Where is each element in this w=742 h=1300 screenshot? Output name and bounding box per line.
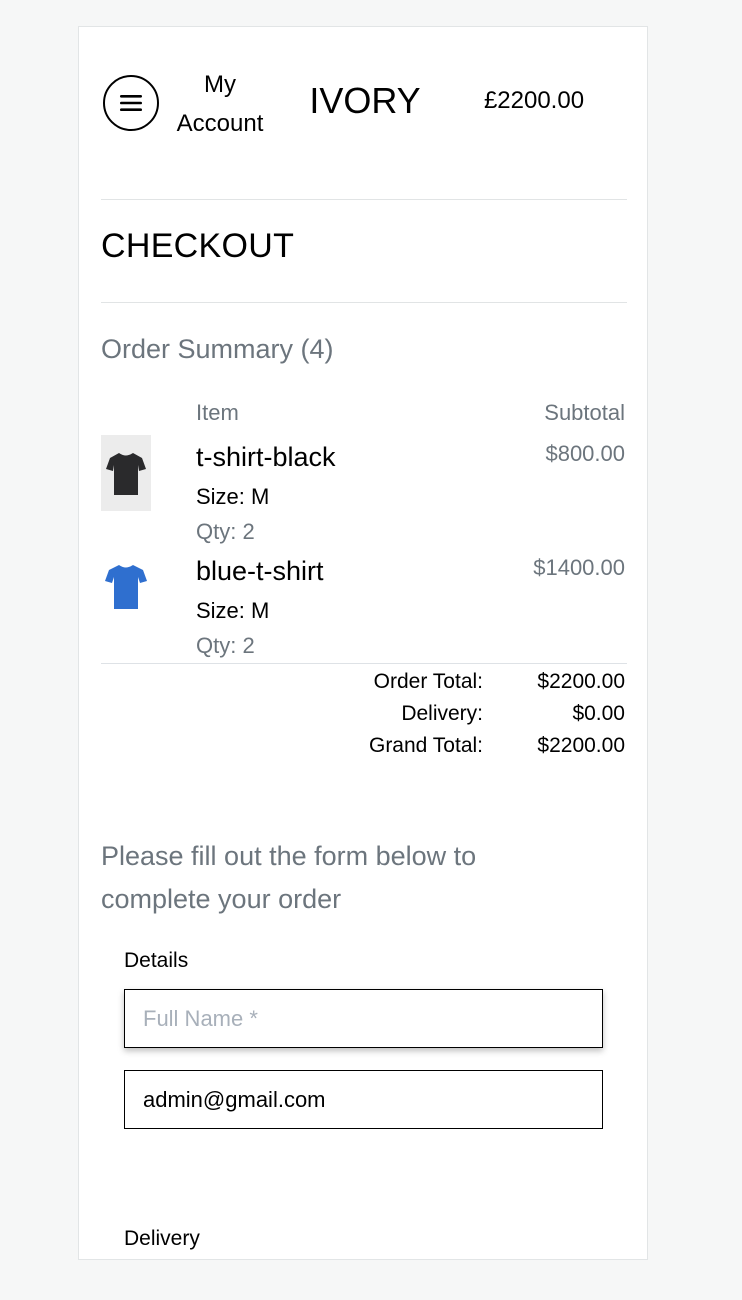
my-account-link[interactable]: My Account [165,65,275,143]
cart-total[interactable]: £2200.00 [469,85,599,117]
item-name[interactable]: blue-t-shirt [196,554,324,588]
item-size: Size: M [196,484,270,509]
item-qty: Qty: 2 [196,519,255,544]
column-header-item: Item [196,400,239,425]
email-input[interactable] [124,1070,603,1129]
site-header: My Account IVORY £2200.00 [79,27,647,197]
menu-icon [120,95,142,111]
item-subtotal: $800.00 [545,441,625,466]
item-size: Size: M [196,598,270,623]
page-title: CHECKOUT [101,227,295,265]
tshirt-icon [106,453,146,495]
delivery-section-label: Delivery [124,1227,200,1250]
form-intro-text: Please fill out the form below to comple… [101,841,477,914]
tshirt-shape [106,453,146,495]
product-thumbnail[interactable] [101,549,151,625]
checkout-page: My Account IVORY £2200.00 CHECKOUT Order… [78,26,648,1260]
order-total-label: Order Total: [373,670,483,693]
tshirt-icon [105,565,147,609]
menu-button[interactable] [103,75,159,131]
item-subtotal: $1400.00 [533,555,625,580]
order-summary-title: Order Summary (4) [101,334,334,364]
item-qty: Qty: 2 [196,633,255,658]
full-name-input[interactable] [124,989,603,1048]
brand-logo[interactable]: IVORY [285,79,445,123]
column-header-subtotal: Subtotal [544,400,625,425]
title-divider [101,302,627,303]
details-section-label: Details [124,949,189,972]
product-thumbnail[interactable] [101,435,151,511]
grand-total-value: $2200.00 [537,734,625,757]
delivery-label: Delivery: [401,702,483,725]
header-divider [101,199,627,200]
order-total-value: $2200.00 [537,670,625,693]
item-name[interactable]: t-shirt-black [196,440,336,474]
delivery-value: $0.00 [572,702,625,725]
grand-total-label: Grand Total: [368,734,483,757]
totals-divider [101,663,627,664]
tshirt-shape [105,565,147,609]
